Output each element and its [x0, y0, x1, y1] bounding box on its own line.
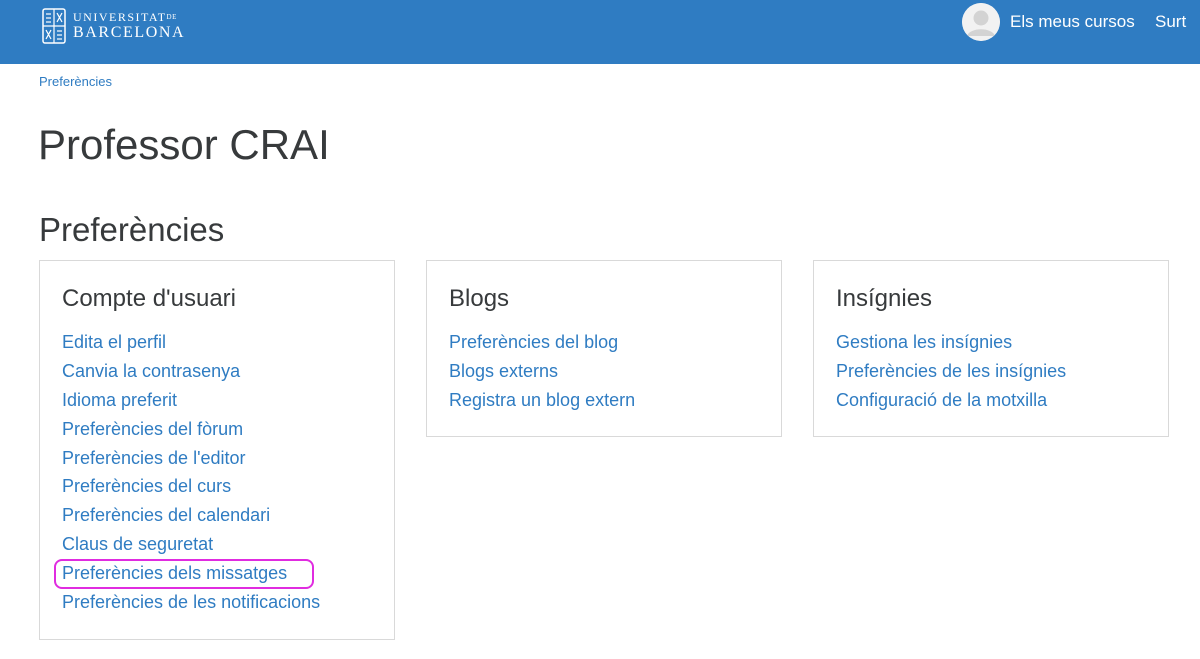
account-links-list: Edita el perfil Canvia la contrasenya Id… [62, 328, 320, 617]
badge-preferences-link[interactable]: Preferències de les insígnies [836, 361, 1066, 381]
user-account-card: Compte d'usuari Edita el perfil Canvia l… [39, 260, 395, 640]
edit-profile-link[interactable]: Edita el perfil [62, 332, 166, 352]
preferred-language-link[interactable]: Idioma preferit [62, 390, 177, 410]
card-title: Compte d'usuari [62, 285, 236, 312]
calendar-preferences-link[interactable]: Preferències del calendari [62, 505, 270, 525]
message-preferences-link[interactable]: Preferències dels missatges [62, 563, 287, 583]
security-keys-link[interactable]: Claus de seguretat [62, 534, 213, 554]
user-silhouette-icon [962, 3, 1000, 41]
crest-icon [42, 8, 66, 44]
card-title: Blogs [449, 285, 510, 312]
backpack-settings-link[interactable]: Configuració de la motxilla [836, 390, 1047, 410]
card-title: Insígnies [836, 285, 933, 312]
blogs-card: Blogs Preferències del blog Blogs extern… [426, 260, 782, 437]
my-courses-link[interactable]: Els meus cursos [1010, 12, 1135, 32]
logo-line2: BARCELONA [73, 24, 186, 41]
change-password-link[interactable]: Canvia la contrasenya [62, 361, 240, 381]
breadcrumb-preferences[interactable]: Preferències [39, 74, 112, 89]
external-blogs-link[interactable]: Blogs externs [449, 361, 558, 381]
editor-preferences-link[interactable]: Preferències de l'editor [62, 448, 246, 468]
blogs-links-list: Preferències del blog Blogs externs Regi… [449, 328, 635, 415]
top-navbar: UNIVERSITATDE BARCELONA Els meus cursos … [0, 0, 1200, 64]
user-name-title: Professor CRAI [38, 121, 330, 168]
logo-wordmark: UNIVERSITATDE BARCELONA [73, 11, 185, 41]
logo-line1: UNIVERSITAT [73, 10, 167, 24]
badges-links-list: Gestiona les insígnies Preferències de l… [836, 328, 1066, 415]
register-external-blog-link[interactable]: Registra un blog extern [449, 390, 635, 410]
blog-preferences-link[interactable]: Preferències del blog [449, 332, 618, 352]
user-avatar[interactable] [962, 3, 1000, 41]
logout-link[interactable]: Surt [1155, 12, 1186, 32]
logo-line1-small: DE [166, 13, 177, 21]
course-preferences-link[interactable]: Preferències del curs [62, 476, 231, 496]
manage-badges-link[interactable]: Gestiona les insígnies [836, 332, 1012, 352]
forum-preferences-link[interactable]: Preferències del fòrum [62, 419, 243, 439]
university-logo[interactable]: UNIVERSITATDE BARCELONA [42, 7, 185, 45]
notification-preferences-link[interactable]: Preferències de les notificacions [62, 592, 320, 612]
badges-card: Insígnies Gestiona les insígnies Preferè… [813, 260, 1169, 437]
page-heading: Preferències [39, 211, 225, 248]
